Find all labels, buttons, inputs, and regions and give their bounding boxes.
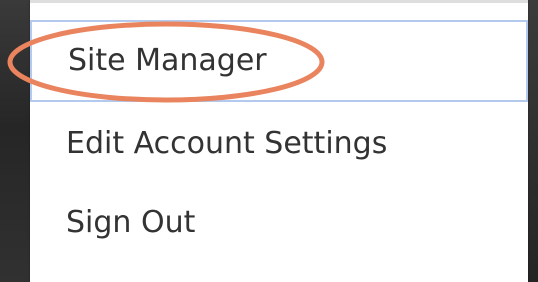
- menu-item-label: Site Manager: [68, 43, 267, 78]
- menu-item-sign-out[interactable]: Sign Out: [30, 203, 528, 243]
- menu-item-label: Sign Out: [66, 205, 196, 240]
- menu-item-site-manager[interactable]: Site Manager: [30, 20, 528, 102]
- menu-top-border: [30, 0, 528, 3]
- page-backdrop-left: [0, 0, 30, 282]
- account-dropdown-menu: Site Manager Edit Account Settings Sign …: [30, 0, 528, 282]
- menu-item-edit-account-settings[interactable]: Edit Account Settings: [30, 124, 528, 164]
- menu-item-label: Edit Account Settings: [66, 126, 388, 161]
- page-backdrop-right: [528, 0, 538, 282]
